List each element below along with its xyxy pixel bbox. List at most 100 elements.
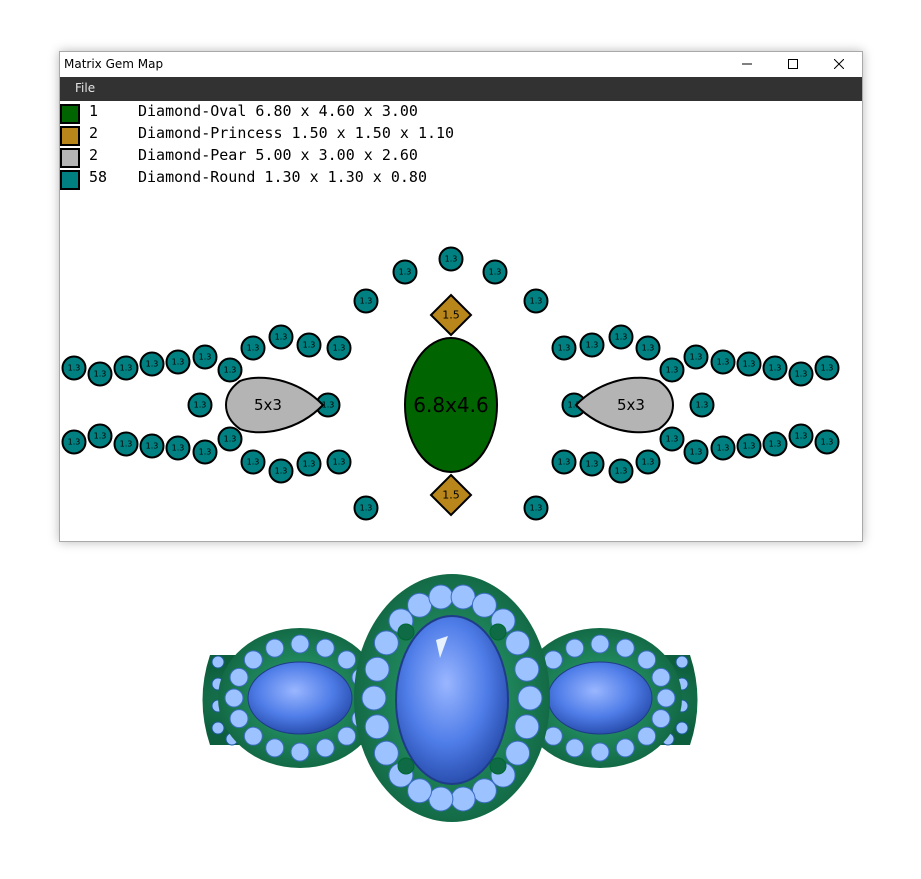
maximize-icon [788, 59, 798, 69]
band-accent-stone [211, 721, 225, 735]
round-diamond-label: 1.3 [247, 344, 260, 353]
gem-map-canvas[interactable]: 1.3 1.3 1.3 1.3 1.3 1.3 1.3 1.3 1.3 1.3 1.3 1.3 1.3 1… [60, 202, 860, 522]
center-halo-stone [517, 685, 543, 711]
halo-accent-stone [337, 726, 357, 746]
princess-diamond-label: 1.5 [442, 489, 460, 502]
legend-count: 58 [89, 168, 108, 186]
prong [397, 623, 415, 641]
round-diamond-label: 1.3 [795, 370, 808, 379]
halo-accent-stone [315, 638, 335, 658]
round-diamond-label: 1.3 [247, 458, 260, 467]
center-halo-stone [373, 630, 399, 656]
round-diamond-label: 1.3 [530, 297, 543, 306]
halo-accent-stone [265, 638, 285, 658]
round-diamond-label: 1.3 [68, 438, 81, 447]
halo-accent-stone [565, 638, 585, 658]
halo-accent-stone [590, 742, 610, 762]
minimize-button[interactable] [724, 52, 770, 77]
maximize-button[interactable] [770, 52, 816, 77]
round-diamond-label: 1.3 [690, 448, 703, 457]
halo-accent-stone [243, 726, 263, 746]
legend-row-princess: 2 Diamond-Princess 1.50 x 1.50 x 1.10 [60, 124, 560, 146]
round-diamond-label: 1.3 [615, 467, 628, 476]
center-halo-stone [450, 584, 476, 610]
legend-row-pear: 2 Diamond-Pear 5.00 x 3.00 x 2.60 [60, 146, 560, 168]
center-halo-stone [364, 714, 390, 740]
pear-diamond-label: 5x3 [254, 396, 282, 414]
legend-swatch-round [60, 170, 80, 190]
round-diamond-label: 1.3 [795, 432, 808, 441]
halo-accent-stone [637, 726, 657, 746]
center-halo-stone [407, 592, 433, 618]
side-center-stone [247, 661, 353, 735]
halo-accent-stone [315, 738, 335, 758]
halo-accent-stone [590, 634, 610, 654]
round-diamond-label: 1.3 [146, 360, 159, 369]
halo-accent-stone [265, 738, 285, 758]
center-halo-stone [428, 584, 454, 610]
halo-accent-stone [543, 726, 563, 746]
center-halo-stone [428, 786, 454, 812]
round-diamond-label: 1.3 [821, 438, 834, 447]
round-diamond-label: 1.3 [399, 268, 412, 277]
center-halo-stone [505, 740, 531, 766]
round-diamond-label: 1.3 [586, 460, 599, 469]
halo-accent-stone [615, 638, 635, 658]
ring-illustration [202, 574, 698, 822]
legend-swatch-pear [60, 148, 80, 168]
round-diamond-label: 1.3 [172, 444, 185, 453]
legend-description: Diamond-Round 1.30 x 1.30 x 0.80 [138, 168, 427, 186]
round-diamond-label: 1.3 [275, 467, 288, 476]
round-diamond-label: 1.3 [666, 366, 679, 375]
side-center-stone [547, 661, 653, 735]
round-diamond-label: 1.3 [445, 255, 458, 264]
round-diamond-label: 1.3 [199, 448, 212, 457]
band-accent-stone [675, 655, 689, 669]
halo-accent-stone [637, 650, 657, 670]
round-diamond-label: 1.3 [146, 442, 159, 451]
round-diamond-label: 1.3 [120, 364, 133, 373]
halo-accent-stone [543, 650, 563, 670]
legend-description: Diamond-Princess 1.50 x 1.50 x 1.10 [138, 124, 455, 142]
band-accent-stone [675, 721, 689, 735]
round-diamond-label: 1.3 [615, 333, 628, 342]
center-halo-stone [471, 778, 497, 804]
round-diamond-label: 1.3 [68, 364, 81, 373]
gem-map-window: Matrix Gem Map File 1 Diamond-Oval 6.80 … [59, 51, 863, 542]
prong [397, 757, 415, 775]
round-diamond-label: 1.3 [120, 440, 133, 449]
round-diamond-label: 1.3 [275, 333, 288, 342]
center-halo-stone [450, 786, 476, 812]
title-bar[interactable]: Matrix Gem Map [60, 52, 862, 77]
center-stone [395, 615, 509, 785]
menu-file[interactable]: File [75, 81, 95, 95]
round-diamond-label: 1.3 [94, 432, 107, 441]
halo-accent-stone [229, 667, 249, 687]
center-halo-stone [361, 685, 387, 711]
center-halo-stone [373, 740, 399, 766]
round-diamond-label: 1.3 [303, 341, 316, 350]
round-diamond-label: 1.3 [821, 364, 834, 373]
round-diamond-label: 1.3 [303, 460, 316, 469]
round-diamond-label: 1.3 [530, 504, 543, 513]
window-title: Matrix Gem Map [64, 57, 164, 71]
close-icon [834, 59, 844, 69]
legend-count: 2 [89, 124, 99, 142]
menu-bar: File [60, 77, 862, 101]
legend-row-round: 58 Diamond-Round 1.30 x 1.30 x 0.80 [60, 168, 560, 190]
round-diamond-label: 1.3 [360, 297, 373, 306]
round-diamond-label: 1.3 [224, 435, 237, 444]
round-diamond-label: 1.3 [333, 344, 346, 353]
round-diamond-label: 1.3 [642, 458, 655, 467]
legend-count: 1 [89, 102, 99, 120]
legend-count: 2 [89, 146, 99, 164]
halo-accent-stone [615, 738, 635, 758]
round-diamond-label: 1.3 [360, 504, 373, 513]
round-diamond-label: 1.3 [769, 364, 782, 373]
round-diamond-label: 1.3 [558, 458, 571, 467]
oval-diamond-label: 6.8x4.6 [413, 393, 488, 417]
round-diamond-label: 1.3 [743, 360, 756, 369]
round-diamond-label: 1.3 [94, 370, 107, 379]
halo-accent-stone [243, 650, 263, 670]
close-button[interactable] [816, 52, 862, 77]
